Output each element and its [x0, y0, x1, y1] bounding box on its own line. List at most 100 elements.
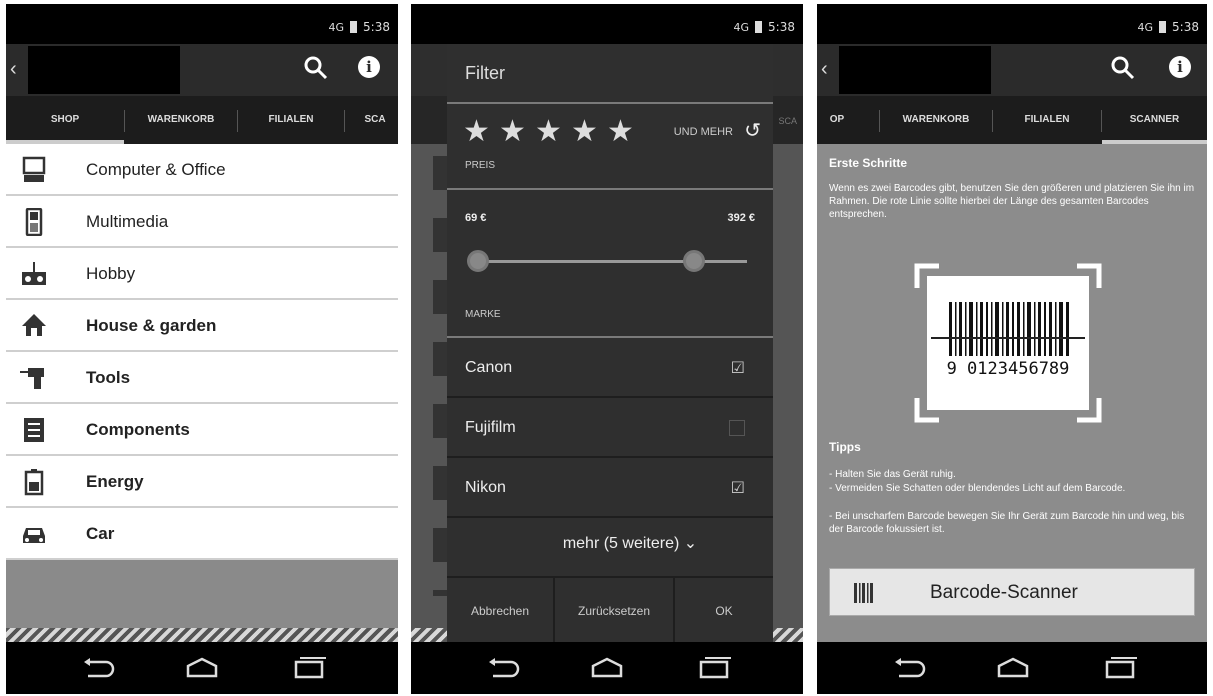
app-logo [28, 46, 180, 94]
first-steps-title: Erste Schritte [829, 156, 908, 170]
barcode-icon [854, 583, 873, 603]
dialog-title: Filter [465, 63, 505, 83]
search-icon[interactable] [302, 54, 330, 82]
back-arrow-icon[interactable]: ‹ [821, 58, 828, 81]
checkbox-checked[interactable]: ☑ [731, 358, 745, 377]
reset-rating-icon[interactable]: ↺ [744, 118, 761, 142]
brand-option-fujifilm[interactable]: Fujifilm [447, 398, 773, 458]
star-icon[interactable]: ★ [535, 114, 562, 149]
tab-bar: OP WARENKORB FILIALEN SCANNER [817, 96, 1207, 144]
empty-area [6, 560, 398, 628]
category-label: Hobby [86, 264, 136, 283]
checkbox-unchecked[interactable] [729, 420, 745, 436]
nav-bar [817, 642, 1207, 694]
cancel-button[interactable]: Abbrechen [447, 578, 553, 644]
tab-warenkorb[interactable]: WARENKORB [880, 96, 992, 144]
price-min: 69 € [465, 212, 487, 224]
clock: 5:38 [768, 20, 795, 34]
brand-label: Canon [465, 359, 513, 376]
first-steps-text: Wenn es zwei Barcodes gibt, benutzen Sie… [829, 183, 1195, 220]
home-nav-icon[interactable] [184, 656, 220, 680]
nav-bar [6, 642, 398, 694]
tip-1: - Halten Sie das Gerät ruhig. [829, 469, 956, 480]
clock: 5:38 [363, 20, 390, 34]
back-arrow-icon[interactable]: ‹ [10, 58, 17, 81]
home-nav-icon[interactable] [589, 656, 625, 680]
more-label: mehr (5 weitere) [562, 535, 680, 552]
tip-2: - Vermeiden Sie Schatten oder blendendes… [829, 483, 1126, 494]
brand-option-nikon[interactable]: Nikon ☑ [447, 458, 773, 518]
category-hobby[interactable]: Hobby [6, 248, 398, 300]
tab-scanner[interactable]: SCANNER [1102, 96, 1207, 144]
tab-warenkorb[interactable]: WARENKORB [125, 96, 237, 144]
status-bar: 4G 5:38 [411, 4, 803, 44]
price-range-slider: 69 € 392 € [447, 190, 773, 300]
section-brand-label: MARKE [465, 309, 501, 320]
category-label: Energy [86, 472, 144, 491]
home-nav-icon[interactable] [995, 656, 1031, 680]
computer-icon [22, 156, 46, 182]
category-car[interactable]: Car [6, 508, 398, 560]
tab-filialen[interactable]: FILIALEN [993, 96, 1101, 144]
info-icon[interactable]: i [358, 56, 380, 78]
category-tools[interactable]: Tools [6, 352, 398, 404]
barcode-scanner-label: Barcode-Scanner [930, 582, 1078, 603]
recents-nav-icon[interactable] [292, 656, 328, 680]
battery-icon [24, 469, 44, 496]
battery-icon [1159, 21, 1167, 33]
info-icon[interactable]: i [1169, 56, 1191, 78]
slider-track[interactable] [477, 260, 747, 263]
drill-icon [20, 368, 44, 389]
background-tab-scanner: SCA [778, 116, 797, 126]
tab-shop[interactable]: SHOP [6, 96, 124, 144]
scanner-content: Erste Schritte Wenn es zwei Barcodes gib… [817, 144, 1207, 642]
category-label: Components [86, 420, 190, 439]
category-multimedia[interactable]: Multimedia [6, 196, 398, 248]
clock: 5:38 [1172, 20, 1199, 34]
star-icon[interactable]: ★ [607, 114, 634, 149]
section-price-label: PREIS [465, 160, 496, 171]
reset-button[interactable]: Zurücksetzen [555, 578, 673, 644]
tab-scanner[interactable]: SCA [345, 96, 398, 144]
brand-label: Nikon [465, 479, 506, 496]
status-bar: 4G 5:38 [817, 4, 1207, 44]
signal-icon: 4G [1137, 21, 1154, 34]
category-label: Car [86, 524, 115, 543]
category-components[interactable]: Components [6, 404, 398, 456]
house-icon [22, 314, 46, 336]
brand-option-canon[interactable]: Canon ☑ [447, 338, 773, 398]
status-bar: 4G 5:38 [6, 4, 398, 44]
category-computer-office[interactable]: Computer & Office [6, 144, 398, 196]
star-icon[interactable]: ★ [571, 114, 598, 149]
back-nav-icon[interactable] [891, 656, 927, 680]
barcode-scanner-button[interactable]: Barcode-Scanner [829, 568, 1195, 616]
category-house-garden[interactable]: House & garden [6, 300, 398, 352]
filter-dialog: Filter ★ ★ ★ ★ ★ UND MEHR ↺ PREIS 69 € 3… [447, 44, 773, 644]
tab-filialen[interactable]: FILIALEN [238, 96, 344, 144]
recents-nav-icon[interactable] [697, 656, 733, 680]
slider-min-handle[interactable] [467, 250, 489, 272]
rating-and-more-label: UND MEHR [673, 126, 733, 138]
back-nav-icon[interactable] [485, 656, 521, 680]
star-icon[interactable]: ★ [499, 114, 526, 149]
category-label: House & garden [86, 316, 217, 335]
dialog-button-row: Abbrechen Zurücksetzen OK [447, 576, 773, 644]
checkbox-checked[interactable]: ☑ [731, 478, 745, 497]
barcode-frame-illustration: 9 0123456789 [914, 263, 1102, 423]
back-nav-icon[interactable] [80, 656, 116, 680]
tip-3: - Bei unscharfem Barcode bewegen Sie Ihr… [829, 511, 1185, 535]
ok-button[interactable]: OK [675, 578, 773, 644]
phone-icon [25, 208, 43, 236]
show-more-brands[interactable]: mehr (5 weitere) ⌄ [447, 518, 773, 570]
brand-label: Fujifilm [465, 419, 516, 436]
circuit-board-icon [24, 418, 44, 442]
tab-bar: SHOP WARENKORB FILIALEN SCA [6, 96, 398, 144]
tab-shop[interactable]: OP [817, 96, 857, 144]
search-icon[interactable] [1109, 54, 1137, 82]
category-label: Multimedia [86, 212, 169, 231]
recents-nav-icon[interactable] [1103, 656, 1139, 680]
slider-max-handle[interactable] [683, 250, 705, 272]
star-icon[interactable]: ★ [463, 114, 490, 149]
rating-filter[interactable]: ★ ★ ★ ★ ★ UND MEHR ↺ [447, 104, 773, 156]
category-energy[interactable]: Energy [6, 456, 398, 508]
